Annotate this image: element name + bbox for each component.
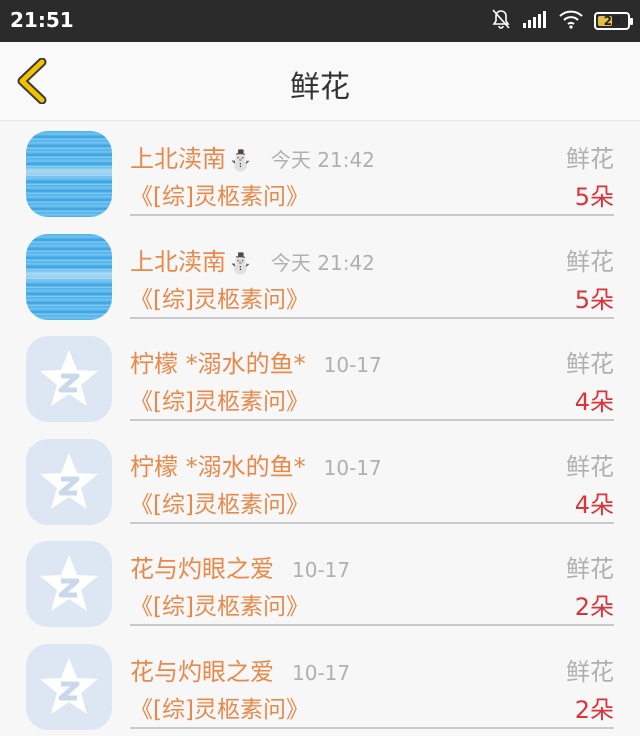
- gift-count: 5朵: [575, 280, 614, 315]
- qq-star-icon[interactable]: [26, 439, 112, 525]
- gift-type: 鲜花: [566, 447, 614, 482]
- list-item-content: 上北渎南 ⛄ 今天 21:42 《[综]灵柩素问》 鲜花 5朵: [130, 121, 614, 216]
- timestamp: 10-17: [324, 456, 382, 480]
- gift-type: 鲜花: [566, 549, 614, 584]
- gift-type: 鲜花: [566, 344, 614, 379]
- qq-star-icon[interactable]: [26, 541, 112, 627]
- list-item-content: 花与灼眼之爱 10-17 《[综]灵柩素问》 鲜花 2朵: [130, 634, 614, 729]
- timestamp: 10-17: [292, 661, 350, 685]
- list-item[interactable]: 花与灼眼之爱 10-17 《[综]灵柩素问》 鲜花 2朵: [0, 531, 640, 634]
- book-title[interactable]: 《[综]灵柩素问》: [130, 587, 309, 621]
- list-item[interactable]: 柠檬 *溺水的鱼* 10-17 《[综]灵柩素问》 鲜花 4朵: [0, 326, 640, 429]
- signal-icon: [522, 9, 548, 33]
- list-item-content: 柠檬 *溺水的鱼* 10-17 《[综]灵柩素问》 鲜花 4朵: [130, 429, 614, 524]
- book-title[interactable]: 《[综]灵柩素问》: [130, 177, 309, 211]
- gift-count: 2朵: [575, 587, 614, 622]
- list-item[interactable]: 上北渎南 ⛄ 今天 21:42 《[综]灵柩素问》 鲜花 5朵: [0, 224, 640, 327]
- page-title: 鲜花: [0, 62, 640, 106]
- sky-icon[interactable]: [26, 234, 112, 320]
- list-item[interactable]: 上北渎南 ⛄ 今天 21:42 《[综]灵柩素问》 鲜花 5朵: [0, 121, 640, 224]
- sender-name[interactable]: 花与灼眼之爱: [130, 549, 274, 584]
- timestamp: 10-17: [324, 353, 382, 377]
- status-icons: 29: [490, 10, 630, 32]
- sender-name[interactable]: 柠檬 *溺水的鱼*: [130, 447, 306, 482]
- gift-count: 4朵: [575, 382, 614, 417]
- timestamp: 今天 21:42: [271, 247, 375, 276]
- wifi-icon: [558, 9, 584, 33]
- list-item-content: 花与灼眼之爱 10-17 《[综]灵柩素问》 鲜花 2朵: [130, 531, 614, 626]
- book-title[interactable]: 《[综]灵柩素问》: [130, 382, 309, 416]
- qq-star-icon[interactable]: [26, 644, 112, 730]
- list-item-content: 柠檬 *溺水的鱼* 10-17 《[综]灵柩素问》 鲜花 4朵: [130, 326, 614, 421]
- nav-bar: 鲜花: [0, 42, 640, 121]
- snowman-icon: ⛄: [228, 251, 253, 275]
- list-item[interactable]: 柠檬 *溺水的鱼* 10-17 《[综]灵柩素问》 鲜花 4朵: [0, 429, 640, 532]
- sender-name[interactable]: 花与灼眼之爱: [130, 652, 274, 687]
- status-time: 21:51: [10, 8, 74, 32]
- sender-name[interactable]: 上北渎南: [130, 242, 226, 277]
- list-item[interactable]: 花与灼眼之爱 10-17 《[综]灵柩素问》 鲜花 2朵: [0, 634, 640, 736]
- flower-list: 上北渎南 ⛄ 今天 21:42 《[综]灵柩素问》 鲜花 5朵 上北渎南 ⛄ 今…: [0, 121, 640, 736]
- sender-name[interactable]: 柠檬 *溺水的鱼*: [130, 344, 306, 379]
- book-title[interactable]: 《[综]灵柩素问》: [130, 280, 309, 314]
- gift-count: 5朵: [575, 177, 614, 212]
- gift-type: 鲜花: [566, 139, 614, 174]
- qq-star-icon[interactable]: [26, 336, 112, 422]
- book-title[interactable]: 《[综]灵柩素问》: [130, 485, 309, 519]
- gift-type: 鲜花: [566, 652, 614, 687]
- list-item-content: 上北渎南 ⛄ 今天 21:42 《[综]灵柩素问》 鲜花 5朵: [130, 224, 614, 319]
- mute-bell-icon: [490, 8, 512, 34]
- timestamp: 10-17: [292, 558, 350, 582]
- book-title[interactable]: 《[综]灵柩素问》: [130, 690, 309, 724]
- status-bar: 21:51: [0, 0, 640, 42]
- gift-count: 4朵: [575, 485, 614, 520]
- battery-level: 29: [604, 14, 621, 28]
- timestamp: 今天 21:42: [271, 144, 375, 173]
- gift-count: 2朵: [575, 690, 614, 725]
- sender-name[interactable]: 上北渎南: [130, 139, 226, 174]
- gift-type: 鲜花: [566, 242, 614, 277]
- sky-icon[interactable]: [26, 131, 112, 217]
- snowman-icon: ⛄: [228, 148, 253, 172]
- battery-icon: 29: [594, 12, 630, 30]
